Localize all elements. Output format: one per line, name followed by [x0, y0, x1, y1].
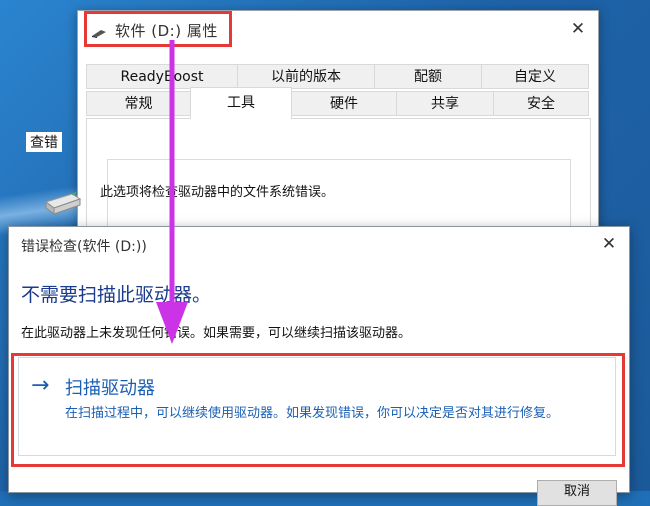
tab-tools[interactable]: 工具 — [190, 87, 292, 119]
cancel-button[interactable]: 取消 — [537, 480, 617, 506]
tab-customize[interactable]: 自定义 — [481, 64, 589, 89]
tab-sharing[interactable]: 共享 — [396, 91, 494, 116]
tab-quota[interactable]: 配额 — [374, 64, 482, 89]
tab-previous-versions[interactable]: 以前的版本 — [237, 64, 375, 89]
scan-option-highlight-box — [11, 353, 625, 467]
tab-security[interactable]: 安全 — [493, 91, 589, 116]
error-checking-description: 此选项将检查驱动器中的文件系统错误。 — [100, 185, 335, 200]
hard-drive-icon — [44, 191, 82, 215]
error-check-title: 错误检查(软件 (D:)) — [21, 239, 147, 255]
tab-hardware[interactable]: 硬件 — [291, 91, 397, 116]
error-checking-group-label: 查错 — [26, 132, 62, 152]
error-check-close-icon[interactable]: ✕ — [599, 234, 619, 254]
properties-close-icon[interactable]: ✕ — [568, 19, 588, 39]
error-check-message: 在此驱动器上未发现任何错误。如果需要，可以继续扫描该驱动器。 — [21, 326, 412, 341]
